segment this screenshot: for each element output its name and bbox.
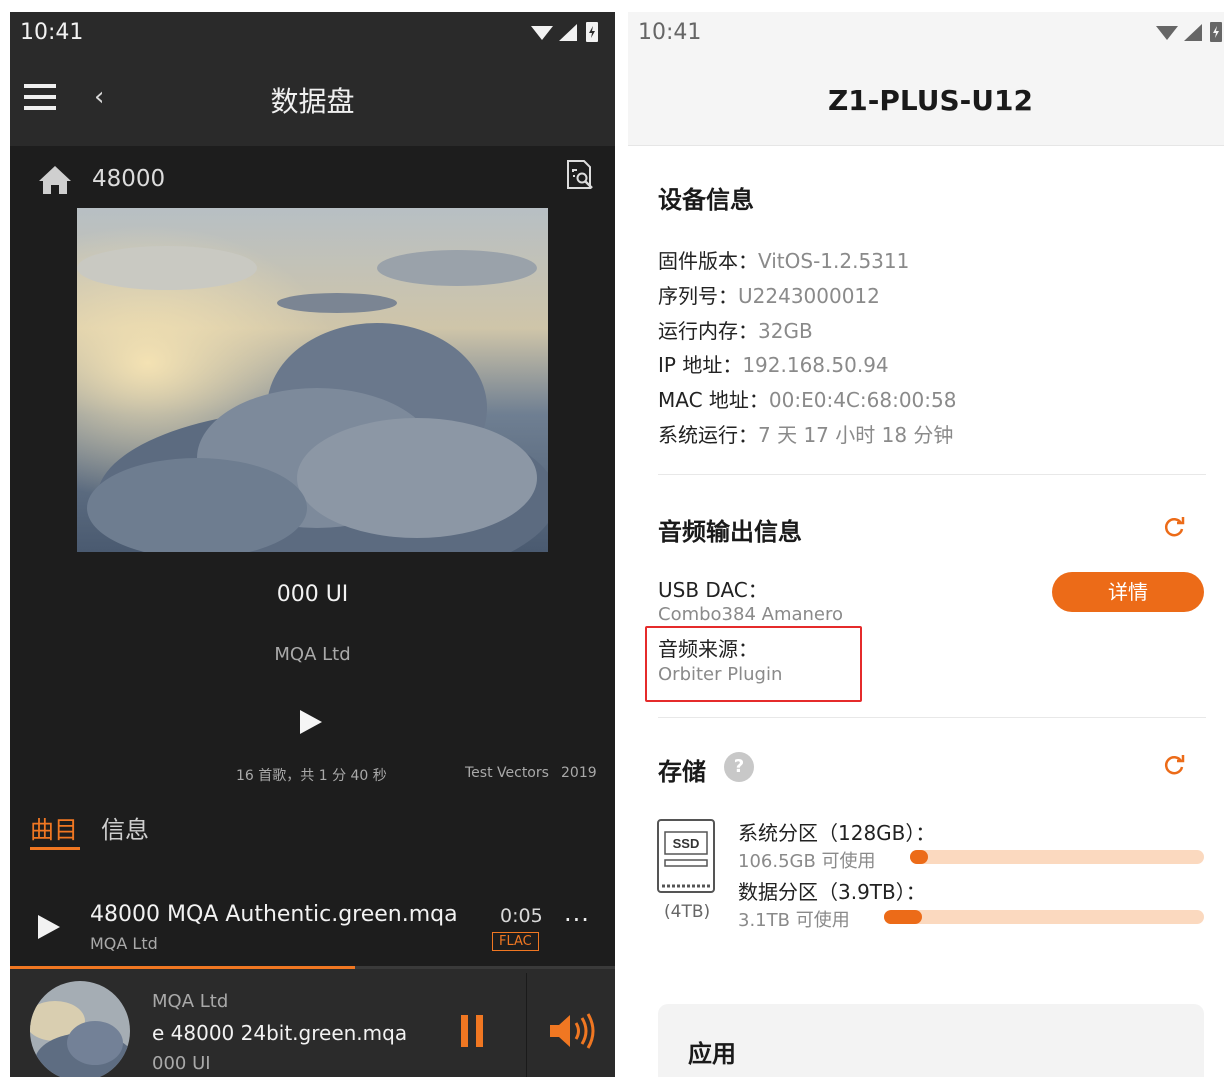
usage-fill [910,850,928,864]
audio-source-value: Orbiter Plugin [658,664,783,685]
info-value: VitOS-1.2.5311 [758,249,910,273]
album-artist: MQA Ltd [274,644,351,665]
play-album-icon[interactable] [300,710,322,734]
usb-dac-value: Combo384 Amanero [658,604,844,625]
partition-data-free: 3.1TB 可使用 [738,910,850,931]
home-icon[interactable] [38,164,72,196]
info-row-serial: 序列号：U2243000012 [658,280,880,309]
pause-icon[interactable] [461,1015,483,1047]
info-value: 192.168.50.94 [742,353,889,377]
tab-info[interactable]: 信息 [101,810,149,845]
info-label: 序列号： [658,284,738,308]
info-label: MAC 地址： [658,388,769,412]
info-label: 系统运行： [658,423,758,447]
audio-output-title: 音频输出信息 [658,518,802,546]
document-search-icon[interactable] [564,158,600,194]
info-row-uptime: 系统运行：7 天 17 小时 18 分钟 [658,419,953,448]
info-row-mac: MAC 地址：00:E0:4C:68:00:58 [658,384,956,413]
divider [526,973,527,1077]
partition-data-title: 数据分区（3.9TB）： [738,880,926,904]
wifi-signal-battery-icon [1156,22,1222,42]
album-label: Test Vectors [465,765,549,781]
divider [658,717,1206,718]
app-bar: Z1-PLUS-U12 [628,54,1224,146]
info-value: 32GB [758,319,813,343]
info-label: IP 地址： [658,353,743,377]
volume-icon[interactable] [548,1011,598,1051]
ssd-icon: SSD [657,819,715,893]
apps-card[interactable]: 应用 [658,1004,1204,1077]
now-playing-cover[interactable] [30,981,130,1077]
device-info-title: 设备信息 [658,186,754,214]
track-artist: MQA Ltd [90,934,158,953]
now-playing-bar[interactable]: MQA Ltd e 48000 24bit.green.mqa 000 UI [10,969,615,1077]
wifi-signal-battery-icon [531,22,598,42]
partition-system-title: 系统分区（128GB）： [738,821,936,845]
info-value: U2243000012 [738,284,880,308]
page-title: Z1-PLUS-U12 [828,84,1033,117]
album-cover[interactable] [77,208,548,552]
info-label: 运行内存： [658,319,758,343]
album-title: 000 UI [276,582,349,607]
refresh-icon[interactable] [1162,515,1186,539]
tab-tracks[interactable]: 曲目 [30,810,78,845]
partition-data-usage-bar [884,910,1204,924]
help-icon[interactable]: ? [724,752,754,782]
info-row-firmware: 固件版本：VitOS-1.2.5311 [658,245,909,274]
status-time: 10:41 [20,20,84,45]
app-bar: ‹ 数据盘 [10,54,615,146]
info-row-memory: 运行内存：32GB [658,315,813,344]
format-badge: FLAC [492,932,539,951]
status-icons [1152,21,1224,49]
refresh-icon[interactable] [1162,753,1186,777]
active-tab-indicator [30,847,80,850]
apps-title: 应用 [688,1040,736,1068]
status-bar: 10:41 [10,12,615,54]
play-track-icon[interactable] [38,915,60,939]
album-summary: 16 首歌，共 1 分 40 秒 [236,768,387,784]
info-value: 00:E0:4C:68:00:58 [768,388,957,412]
ssd-badge-text: SSD [673,836,700,851]
music-player-screen: 10:41 ‹ 数据盘 48000 000 UI MQA Ltd 16 首歌，共… [10,12,615,1077]
details-button[interactable]: 详情 [1052,572,1204,612]
info-value: 7 天 17 小时 18 分钟 [758,423,954,447]
storage-title: 存储 [658,758,706,786]
usage-fill [884,910,923,924]
audio-source-label: 音频来源： [658,637,758,661]
status-bar: 10:41 [628,12,1224,54]
more-options-icon[interactable]: ··· [564,906,590,934]
folder-name: 48000 [92,166,166,192]
now-playing-artist: MQA Ltd [152,991,229,1012]
status-time: 10:41 [638,20,702,45]
now-playing-album: 000 UI [152,1053,211,1074]
partition-system-free: 106.5GB 可使用 [738,851,876,872]
partition-system-usage-bar [910,850,1204,864]
album-year: 2019 [561,765,597,781]
divider [658,474,1206,475]
usb-dac-label: USB DAC： [658,578,768,602]
track-duration: 0:05 [500,905,543,927]
status-icons [529,21,605,49]
track-name: 48000 MQA Authentic.green.mqa [90,902,458,927]
info-row-ip: IP 地址：192.168.50.94 [658,349,889,378]
page-title: 数据盘 [270,85,355,118]
info-label: 固件版本： [658,249,758,273]
device-info-screen: 10:41 Z1-PLUS-U12 设备信息 固件版本：VitOS-1.2.53… [628,12,1224,1077]
storage-capacity: (4TB) [664,902,711,922]
now-playing-track: e 48000 24bit.green.mqa [152,1021,408,1045]
track-row[interactable]: 48000 MQA Authentic.green.mqa MQA Ltd 0:… [10,882,615,968]
